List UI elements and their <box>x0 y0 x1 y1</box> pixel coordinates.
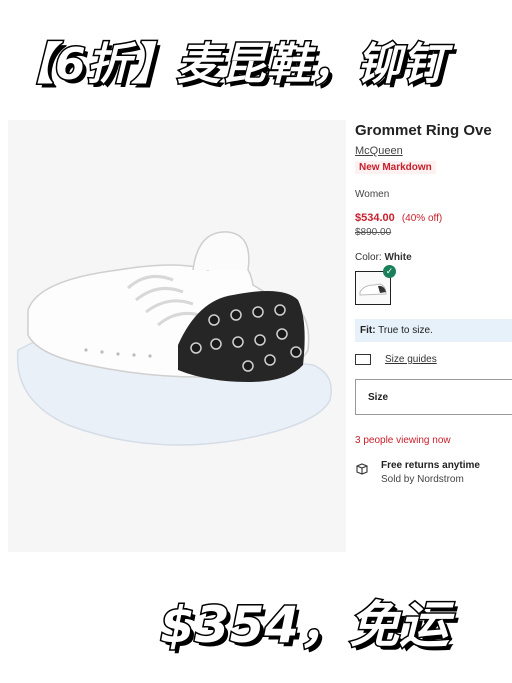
color-value: White <box>384 252 412 263</box>
viewing-notice: 3 people viewing now <box>355 435 512 446</box>
sale-price: $534.00 <box>355 212 395 224</box>
size-dropdown[interactable]: Size <box>355 379 512 415</box>
ruler-icon <box>355 354 371 365</box>
viewing-text: people viewing now <box>360 435 451 446</box>
sold-by: Sold by Nordstrom <box>381 474 464 485</box>
promo-price-banner: $354，免运 <box>158 595 450 656</box>
color-label: Color: <box>355 252 382 263</box>
markdown-badge: New Markdown <box>355 161 436 174</box>
brand-link[interactable]: McQueen <box>355 145 512 157</box>
promo-title-banner: 【6折】麦昆鞋，铆钉 <box>9 38 448 92</box>
returns-info: Free returns anytime Sold by Nordstrom <box>355 460 512 485</box>
box-return-icon <box>356 463 368 475</box>
gender-label: Women <box>355 189 390 200</box>
original-price: $890.00 <box>355 227 392 238</box>
color-swatch-white[interactable]: ✓ <box>355 265 396 305</box>
product-info-panel: Grommet Ring Ove McQueen New Markdown Wo… <box>355 118 512 558</box>
sneaker-illustration <box>16 231 332 446</box>
size-guides-link[interactable]: Size guides <box>355 354 512 365</box>
check-icon: ✓ <box>383 265 396 278</box>
price-row: $534.00 (40% off) <box>355 212 512 224</box>
fit-value: True to size. <box>378 325 433 336</box>
product-image[interactable] <box>8 120 346 552</box>
size-guides-label: Size guides <box>385 354 437 365</box>
color-row: Color: White <box>355 252 512 263</box>
returns-title: Free returns anytime <box>381 460 480 471</box>
fit-label: Fit: <box>360 325 376 336</box>
discount-text: (40% off) <box>401 213 443 224</box>
product-title: Grommet Ring Ove <box>355 122 492 139</box>
fit-note: Fit: True to size. <box>355 319 512 342</box>
